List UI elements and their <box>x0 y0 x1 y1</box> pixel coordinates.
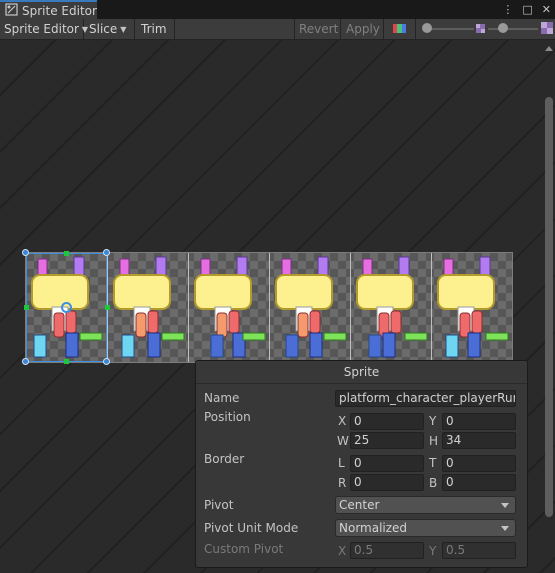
tab-title: Sprite Editor <box>22 4 97 18</box>
border-right-field[interactable]: 0 <box>350 474 424 491</box>
sprite-frame[interactable] <box>107 253 188 362</box>
custom-pivot-y-field: 0.5 <box>442 542 516 559</box>
pivot-handle[interactable] <box>61 302 72 313</box>
h-axis-label: H <box>429 434 439 448</box>
character-sprite <box>275 256 347 358</box>
pivot-unit-mode-dropdown[interactable]: Normalized <box>335 519 516 537</box>
w-axis-label: W <box>337 434 349 448</box>
color-channel-button[interactable] <box>384 19 416 39</box>
corner-handle-top-left[interactable] <box>22 249 29 256</box>
trim-button[interactable]: Trim <box>135 19 175 39</box>
zoom-slider-knob[interactable] <box>421 23 432 33</box>
chevron-down-icon <box>501 503 509 508</box>
maximize-icon[interactable]: □ <box>522 3 532 16</box>
character-sprite <box>437 256 509 358</box>
mip-large-icon <box>541 22 553 37</box>
toolbar: Sprite Editor ▼ Slice ▼ Trim Revert Appl… <box>0 19 555 40</box>
window-tab-bar: Sprite Editor ⋮ □ ✕ <box>0 0 555 20</box>
custom-pivot-x-field: 0.5 <box>350 542 424 559</box>
border-label: Border <box>204 452 245 466</box>
border-left-field[interactable]: 0 <box>350 455 424 472</box>
pivot-dropdown[interactable]: Center <box>335 496 516 514</box>
pivot-unit-mode-value: Normalized <box>339 521 408 535</box>
border-top-field[interactable]: 0 <box>442 455 516 472</box>
t-axis-label: T <box>429 456 437 470</box>
width-field[interactable]: 25 <box>350 432 424 449</box>
panel-title: Sprite <box>196 361 527 384</box>
tab-sprite-editor[interactable]: Sprite Editor <box>0 0 97 20</box>
sprite-frame[interactable] <box>350 253 431 362</box>
more-options-icon[interactable]: ⋮ <box>502 3 513 16</box>
mode-dropdown[interactable]: Sprite Editor ▼ <box>0 19 88 39</box>
corner-handle-bottom-right[interactable] <box>103 358 110 365</box>
window-controls: ⋮ □ ✕ <box>502 0 551 19</box>
name-label: Name <box>204 391 240 405</box>
mip-small-icon <box>476 22 485 36</box>
character-sprite <box>356 256 428 358</box>
name-field[interactable]: platform_character_playerRun_ <box>335 390 516 407</box>
apply-button[interactable]: Apply <box>341 19 384 39</box>
revert-button[interactable]: Revert <box>295 19 341 39</box>
pivot-value: Center <box>339 498 380 512</box>
height-field[interactable]: 34 <box>442 432 516 449</box>
rgb-channels-icon <box>393 22 406 36</box>
sprite-frame[interactable] <box>269 253 350 362</box>
slice-dropdown[interactable]: Slice ▼ <box>84 19 135 39</box>
slice-label: Slice <box>89 22 118 36</box>
character-sprite <box>113 256 185 358</box>
vertical-scrollbar[interactable] <box>542 40 555 573</box>
edge-handle-right[interactable] <box>105 305 110 310</box>
y-axis-label: Y <box>429 414 437 428</box>
corner-handle-top-right[interactable] <box>103 249 110 256</box>
custom-pivot-x-label: X <box>338 544 347 558</box>
scroll-thumb[interactable] <box>545 97 553 517</box>
custom-pivot-y-label: Y <box>429 544 437 558</box>
x-axis-label: X <box>338 414 347 428</box>
edge-handle-left[interactable] <box>24 305 29 310</box>
corner-handle-bottom-left[interactable] <box>22 358 29 365</box>
l-axis-label: L <box>338 456 345 470</box>
sprite-editor-icon <box>5 3 18 19</box>
chevron-down-icon: ▼ <box>120 24 127 34</box>
position-x-field[interactable]: 0 <box>350 413 424 430</box>
sprite-frame[interactable] <box>431 253 512 362</box>
pivot-unit-mode-label: Pivot Unit Mode <box>204 521 299 535</box>
close-icon[interactable]: ✕ <box>542 3 551 16</box>
edge-handle-bottom[interactable] <box>64 359 69 364</box>
pivot-label: Pivot <box>204 498 234 512</box>
custom-pivot-label: Custom Pivot <box>204 542 284 556</box>
sprite-inspector-panel: Sprite Name platform_character_playerRun… <box>195 360 528 568</box>
border-bottom-field[interactable]: 0 <box>442 474 516 491</box>
position-label: Position <box>204 410 251 424</box>
scroll-up-arrow-icon[interactable] <box>545 46 553 51</box>
chevron-down-icon <box>501 526 509 531</box>
b-axis-label: B <box>429 476 438 490</box>
sprite-frame[interactable] <box>188 253 269 362</box>
edge-handle-top[interactable] <box>64 251 69 256</box>
mode-label: Sprite Editor <box>4 22 79 36</box>
position-y-field[interactable]: 0 <box>442 413 516 430</box>
r-axis-label: R <box>338 476 347 490</box>
character-sprite <box>194 256 266 358</box>
mip-slider-knob[interactable] <box>498 23 508 33</box>
